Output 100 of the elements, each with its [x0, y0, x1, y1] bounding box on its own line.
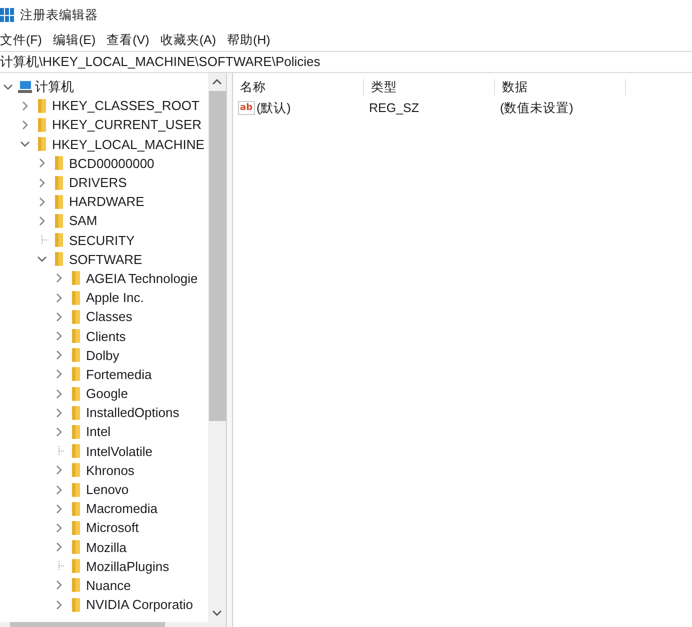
- folder-icon: [72, 386, 80, 401]
- folder-icon: [72, 598, 80, 612]
- expand-chevron-icon[interactable]: [37, 196, 47, 207]
- folder-icon: [38, 98, 46, 113]
- menu-item[interactable]: 文件(F): [0, 32, 42, 49]
- folder-icon: [72, 271, 80, 286]
- expand-chevron-icon[interactable]: [54, 504, 64, 514]
- folder-icon: [55, 156, 63, 170]
- folder-icon: [72, 290, 80, 305]
- folder-icon: [72, 424, 80, 439]
- folder-icon: [72, 310, 80, 324]
- expand-chevron-icon[interactable]: [54, 350, 64, 360]
- tree-item[interactable]: NVIDIA Corporatio: [86, 597, 193, 612]
- tree-item[interactable]: 计算机: [35, 78, 74, 96]
- folder-icon: [72, 540, 80, 554]
- scroll-up-icon[interactable]: [212, 79, 222, 85]
- collapse-chevron-icon[interactable]: [37, 254, 47, 264]
- tree-item[interactable]: Dolby: [86, 348, 120, 363]
- tree-item[interactable]: HKEY_CURRENT_USER: [52, 117, 202, 132]
- folder-icon: [55, 194, 63, 209]
- expand-chevron-icon[interactable]: [37, 178, 47, 188]
- expand-chevron-icon[interactable]: [54, 484, 64, 495]
- tree-item[interactable]: HARDWARE: [69, 194, 144, 210]
- tree-item[interactable]: Lenovo: [86, 482, 129, 498]
- menu-item[interactable]: 编辑(E): [52, 32, 96, 49]
- window-title: 注册表编辑器: [20, 6, 98, 24]
- menu-item[interactable]: 帮助(H): [226, 32, 270, 49]
- column-header[interactable]: 类型: [364, 78, 495, 96]
- tree-item[interactable]: Mozilla: [86, 540, 126, 555]
- folder-icon: [72, 406, 80, 420]
- expand-chevron-icon[interactable]: [54, 312, 64, 322]
- tree-item[interactable]: Classes: [86, 309, 132, 324]
- folder-icon: [72, 444, 80, 458]
- tree-item[interactable]: Microsoft: [86, 520, 139, 536]
- column-header[interactable]: 数据: [495, 78, 626, 96]
- folder-icon: [72, 463, 80, 478]
- folder-icon: [55, 252, 63, 266]
- scroll-down-icon[interactable]: [212, 610, 222, 616]
- tree-item[interactable]: Clients: [86, 328, 126, 344]
- folder-icon: [55, 233, 63, 248]
- expand-chevron-icon[interactable]: [20, 100, 30, 111]
- folder-icon: [72, 502, 80, 516]
- expand-chevron-icon[interactable]: [37, 158, 47, 168]
- expand-chevron-icon[interactable]: [37, 216, 47, 226]
- expand-chevron-icon[interactable]: [54, 580, 64, 590]
- tree-item[interactable]: DRIVERS: [69, 175, 127, 190]
- tree-item[interactable]: IntelVolatile: [86, 444, 152, 459]
- horizontal-scrollbar[interactable]: [0, 622, 226, 627]
- expand-chevron-icon[interactable]: [20, 120, 30, 130]
- expand-chevron-icon[interactable]: [54, 426, 64, 437]
- folder-icon: [72, 482, 80, 497]
- tree-item[interactable]: Apple Inc.: [86, 290, 144, 306]
- tree-item[interactable]: Khronos: [86, 462, 134, 478]
- tree-item[interactable]: Macromedia: [86, 501, 158, 516]
- tree-item[interactable]: SECURITY: [69, 232, 135, 248]
- value-data: (数值未设置): [500, 100, 574, 116]
- folder-icon: [72, 329, 80, 344]
- folder-icon: [72, 520, 80, 535]
- tree-item[interactable]: AGEIA Technologie: [86, 270, 198, 286]
- expand-chevron-icon[interactable]: [54, 369, 64, 380]
- collapse-chevron-icon[interactable]: [3, 82, 13, 92]
- folder-icon: [72, 559, 80, 574]
- tree-item[interactable]: Intel: [86, 424, 111, 440]
- registry-icon: [0, 8, 14, 22]
- scrollbar-thumb[interactable]: [208, 91, 226, 421]
- tree-item[interactable]: Nuance: [86, 578, 131, 593]
- string-value-icon: ab: [238, 101, 255, 115]
- expand-chevron-icon[interactable]: [54, 600, 64, 610]
- expand-chevron-icon[interactable]: [54, 273, 64, 284]
- folder-icon: [72, 578, 80, 592]
- tree-item[interactable]: MozillaPlugins: [86, 558, 170, 574]
- value-type: REG_SZ: [369, 101, 420, 115]
- expand-chevron-icon[interactable]: [54, 522, 64, 533]
- column-header[interactable]: 名称: [233, 78, 364, 96]
- menu-item[interactable]: 收藏夹(A): [160, 32, 216, 49]
- vertical-scrollbar[interactable]: [208, 73, 226, 622]
- expand-chevron-icon[interactable]: [54, 331, 64, 342]
- tree-item[interactable]: BCD00000000: [69, 156, 154, 171]
- folder-icon: [55, 176, 63, 190]
- tree-item[interactable]: SAM: [69, 213, 98, 228]
- tree-item[interactable]: HKEY_CLASSES_ROOT: [52, 98, 200, 114]
- tree-item[interactable]: Google: [86, 386, 128, 402]
- tree-item[interactable]: SOFTWARE: [69, 252, 142, 267]
- expand-chevron-icon[interactable]: [54, 292, 64, 303]
- address-bar[interactable]: 计算机\HKEY_LOCAL_MACHINE\SOFTWARE\Policies: [0, 51, 692, 73]
- tree-item[interactable]: HKEY_LOCAL_MACHINE: [52, 136, 204, 152]
- folder-icon: [38, 137, 46, 152]
- folder-icon: [55, 214, 63, 228]
- tree-item[interactable]: Fortemedia: [86, 366, 152, 382]
- expand-chevron-icon[interactable]: [54, 388, 64, 399]
- computer-icon: [18, 80, 32, 93]
- folder-icon: [38, 118, 46, 132]
- folder-icon: [72, 348, 80, 362]
- expand-chevron-icon[interactable]: [54, 542, 64, 552]
- tree-item[interactable]: InstalledOptions: [86, 405, 180, 420]
- collapse-chevron-icon[interactable]: [20, 139, 30, 150]
- expand-chevron-icon[interactable]: [54, 465, 64, 476]
- expand-chevron-icon[interactable]: [54, 408, 64, 418]
- value-name[interactable]: (默认): [256, 100, 291, 116]
- menu-item[interactable]: 查看(V): [106, 32, 150, 49]
